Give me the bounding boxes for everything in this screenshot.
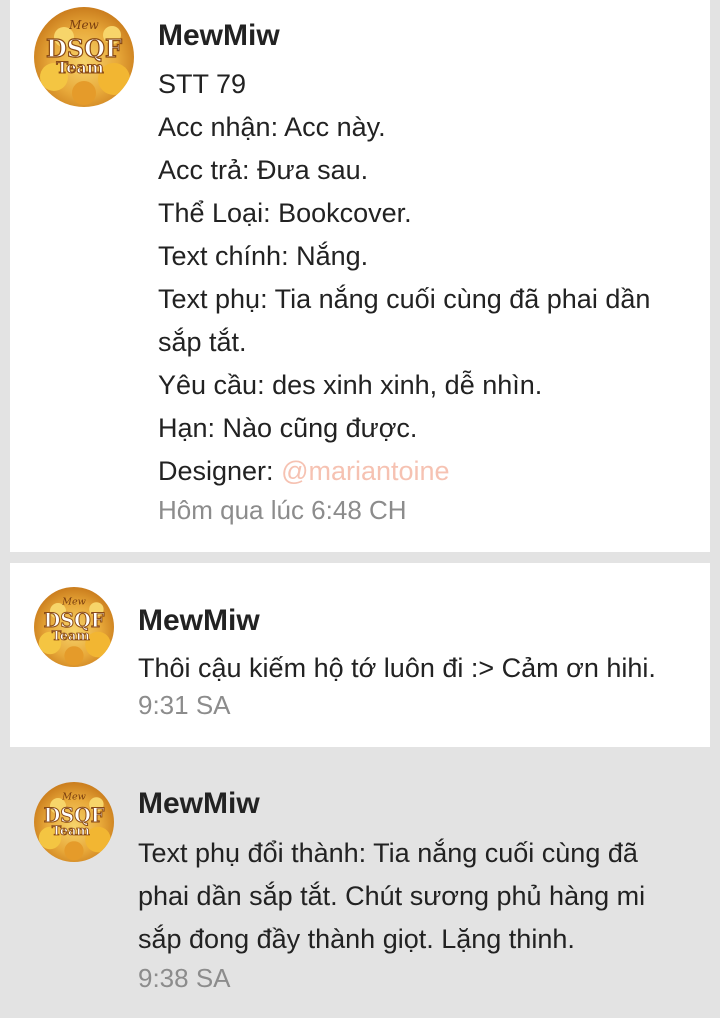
message-card[interactable]: Mew DSQF Team MewMiw Text phụ đổi thành:… — [10, 758, 710, 1018]
message-text: Thôi cậu kiếm hộ tớ luôn đi :> Cảm ơn hi… — [138, 653, 656, 683]
avatar-logo-top: Mew — [61, 597, 87, 608]
message-line: Hạn: Nào cũng được. — [158, 413, 418, 443]
timestamp: Hôm qua lúc 6:48 CH — [158, 495, 407, 525]
avatar-logo-sub: Team — [56, 58, 104, 77]
message-line: Text phụ: Tia nắng cuối cùng đã phai dần… — [158, 284, 651, 357]
message-card[interactable]: Mew DSQF Team MewMiw Thôi cậu kiếm hộ tớ… — [10, 563, 710, 747]
avatar-icon: Mew DSQF Team — [40, 18, 130, 105]
message-line: Acc trả: Đưa sau. — [158, 155, 369, 185]
author-name[interactable]: MewMiw — [138, 784, 694, 824]
message-content: MewMiw Text phụ đổi thành: Tia nắng cuối… — [138, 784, 694, 995]
author-name[interactable]: MewMiw — [138, 601, 694, 641]
avatar-logo-sub: Team — [52, 629, 90, 644]
avatar-icon: Mew DSQF Team — [38, 597, 111, 666]
designer-line: Designer: @mariantoine — [158, 450, 694, 493]
user-mention[interactable]: @mariantoine — [281, 456, 450, 486]
message-text: Text phụ đổi thành: Tia nắng cuối cùng đ… — [138, 838, 646, 954]
message-line: Thể Loại: Bookcover. — [158, 198, 412, 228]
avatar-logo-top: Mew — [61, 792, 87, 803]
message-content: MewMiw Thôi cậu kiếm hộ tớ luôn đi :> Cả… — [138, 601, 694, 722]
timestamp: 9:31 SA — [138, 690, 231, 720]
message-line: Text chính: Nắng. — [158, 241, 369, 271]
avatar[interactable]: Mew DSQF Team — [34, 782, 114, 862]
timestamp: 9:38 SA — [138, 963, 231, 993]
message-line: STT 79 — [158, 69, 247, 99]
avatar[interactable]: Mew DSQF Team — [34, 587, 114, 667]
author-name[interactable]: MewMiw — [158, 16, 694, 56]
designer-label: Designer: — [158, 456, 282, 486]
message-card[interactable]: Mew DSQF Team MewMiw STT 79 Acc nhận: Ac… — [10, 0, 710, 552]
message-line: Yêu cầu: des xinh xinh, dễ nhìn. — [158, 370, 543, 400]
message-content: MewMiw STT 79 Acc nhận: Acc này. Acc trả… — [158, 16, 694, 527]
message-text: STT 79 Acc nhận: Acc này. Acc trả: Đưa s… — [158, 63, 694, 493]
avatar-logo-top: Mew — [68, 18, 99, 32]
message-line: Acc nhận: Acc này. — [158, 112, 386, 142]
avatar-icon: Mew DSQF Team — [38, 792, 111, 861]
avatar-logo-sub: Team — [52, 824, 90, 839]
avatar[interactable]: Mew DSQF Team — [34, 7, 134, 107]
